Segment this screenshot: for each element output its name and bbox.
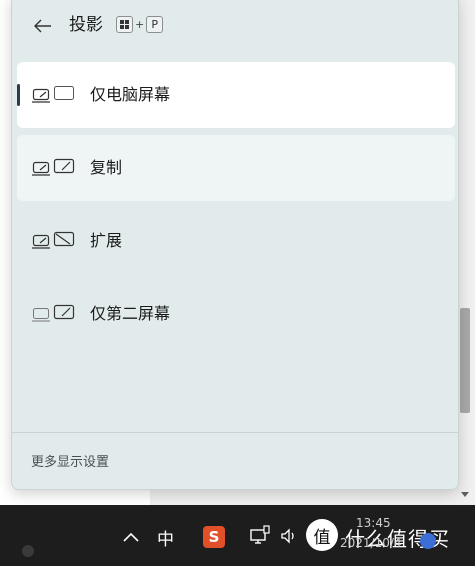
back-button[interactable] xyxy=(28,11,58,41)
project-flyout: 投影 + P 仅电脑屏幕 复制 扩展 仅第二屏幕 更多显示设置 xyxy=(11,0,459,490)
second-screen-only-icon xyxy=(32,304,75,322)
p-key: P xyxy=(146,15,164,33)
taskbar-app-icon[interactable] xyxy=(22,545,34,557)
clock-time[interactable]: 13:45 xyxy=(356,516,391,530)
flyout-title: 投影 xyxy=(69,15,103,35)
option-label: 复制 xyxy=(90,158,123,177)
notification-badge[interactable] xyxy=(420,533,436,549)
more-display-settings-link[interactable]: 更多显示设置 xyxy=(31,454,109,472)
option-duplicate[interactable]: 复制 xyxy=(17,135,455,201)
scrollbar-thumb[interactable] xyxy=(460,308,470,413)
duplicate-icon xyxy=(32,158,75,176)
back-arrow-icon xyxy=(34,19,51,33)
pc-screen-only-icon xyxy=(32,86,74,103)
option-label: 扩展 xyxy=(90,231,123,250)
option-label: 仅电脑屏幕 xyxy=(90,85,171,104)
input-method-indicator[interactable]: 中 xyxy=(157,525,174,550)
option-label: 仅第二屏幕 xyxy=(90,304,171,323)
sogou-input-icon[interactable]: S xyxy=(203,526,225,548)
windows-key-icon xyxy=(116,15,133,33)
option-second-screen-only[interactable]: 仅第二屏幕 xyxy=(17,281,455,347)
option-extend[interactable]: 扩展 xyxy=(17,208,455,274)
taskbar: 中 S 值 什么值得买 13:45 2021/10/4 xyxy=(0,505,475,566)
network-icon[interactable] xyxy=(249,525,271,547)
extend-icon xyxy=(32,231,75,249)
watermark-logo: 值 xyxy=(306,519,338,551)
shortcut-plus: + xyxy=(135,17,145,31)
volume-icon[interactable] xyxy=(280,527,298,545)
selection-indicator xyxy=(17,84,20,106)
flyout-footer: 更多显示设置 xyxy=(12,432,458,489)
flyout-header: 投影 + P xyxy=(12,1,458,55)
scroll-down-icon[interactable] xyxy=(461,492,469,497)
background-window-edge xyxy=(150,489,455,505)
show-hidden-icons-chevron-up-icon[interactable] xyxy=(121,527,141,547)
keyboard-shortcut: + P xyxy=(116,14,164,34)
clock-date[interactable]: 2021/10/4 xyxy=(340,536,402,550)
option-pc-screen-only[interactable]: 仅电脑屏幕 xyxy=(17,62,455,128)
